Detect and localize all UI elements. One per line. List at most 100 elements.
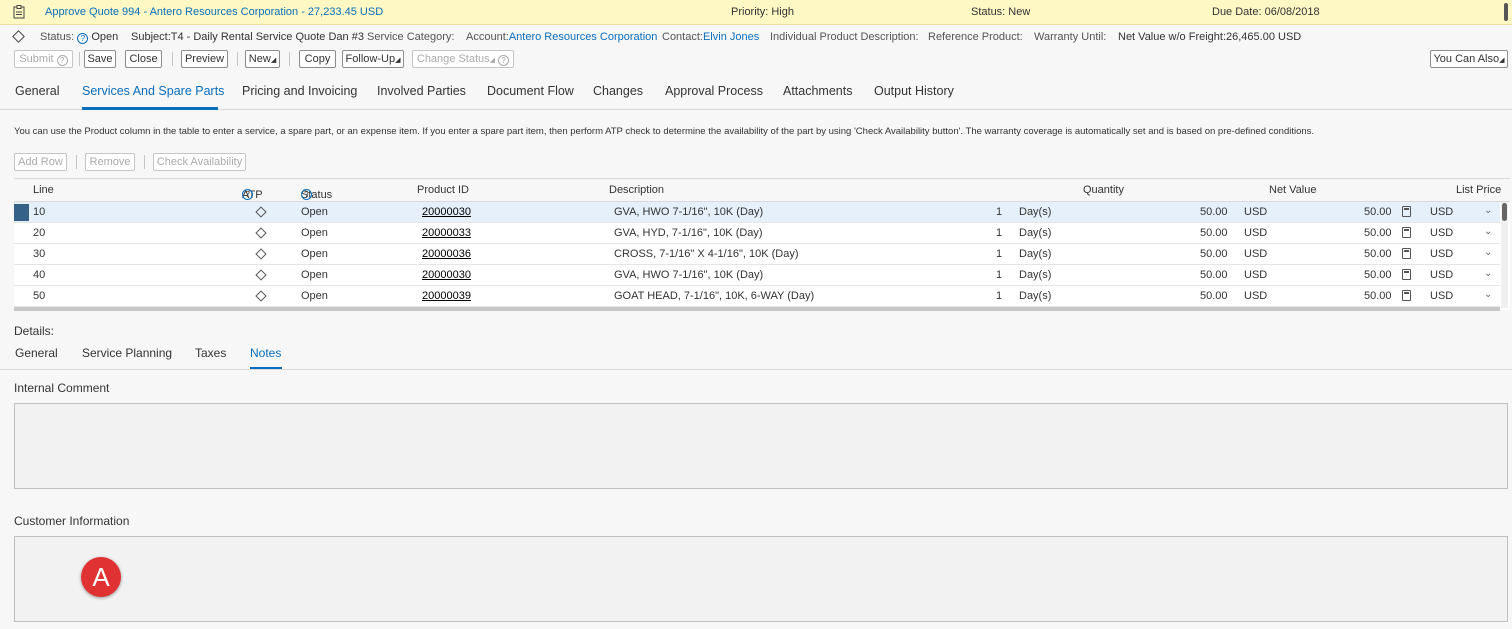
product-id-link[interactable]: 20000030 (422, 269, 471, 281)
new-label: New (248, 53, 271, 65)
table-vertical-scrollbar[interactable] (1501, 202, 1508, 308)
cell-net-value: 50.00 (1200, 206, 1228, 218)
contact-label: Contact: (662, 31, 703, 43)
save-button[interactable]: Save (84, 50, 116, 68)
col-quantity[interactable]: Quantity (1083, 184, 1124, 196)
tab-changes[interactable]: Changes (593, 84, 643, 98)
change-status-button[interactable]: Change Status◢ ? (412, 50, 514, 68)
tab-output-history[interactable]: Output History (874, 84, 954, 98)
customer-information-textarea[interactable] (14, 536, 1508, 622)
clipboard-icon (13, 5, 25, 19)
cell-unit: Day(s) (1019, 227, 1052, 239)
cell-net-currency: USD (1244, 227, 1268, 239)
internal-comment-textarea[interactable] (14, 403, 1508, 489)
calculator-icon[interactable] (1402, 206, 1411, 217)
diamond-icon[interactable] (255, 227, 267, 239)
product-id-link[interactable]: 20000033 (422, 227, 471, 239)
cell-line: 40 (33, 269, 46, 281)
calculator-icon[interactable] (1402, 290, 1411, 301)
tab-services-and-spare-parts[interactable]: Services And Spare Parts (82, 84, 224, 98)
table-row[interactable]: 40 Open 20000030 GVA, HWO 7-1/16", 10K (Day… (14, 265, 1500, 286)
cell-line: 10 (33, 206, 46, 218)
chevron-down-icon[interactable]: ⌄ (1484, 268, 1492, 279)
cell-net-currency: USD (1244, 248, 1268, 260)
cell-description: CROSS, 7-1/16" X 4-1/16", 10K (Day) (614, 248, 799, 260)
tab-general[interactable]: General (15, 84, 59, 98)
menu-corner-icon: ◢ (1499, 57, 1505, 64)
col-product-id[interactable]: Product ID (417, 184, 469, 196)
calculator-icon[interactable] (1402, 227, 1411, 238)
follow-up-button[interactable]: Follow-Up◢ (342, 50, 404, 68)
you-can-also-button[interactable]: You Can Also◢ (1430, 50, 1508, 68)
scrollbar-thumb[interactable] (1502, 203, 1507, 221)
tab-involved-parties[interactable]: Involved Parties (377, 84, 466, 98)
cell-quantity: 1 (996, 290, 1003, 302)
active-details-tab-indicator (250, 367, 282, 369)
help-icon[interactable]: ? (301, 189, 312, 200)
diamond-icon[interactable] (255, 290, 267, 302)
details-tab-notes[interactable]: Notes (250, 346, 281, 360)
chevron-down-icon[interactable]: ⌄ (1484, 247, 1492, 258)
cell-quantity: 1 (996, 269, 1003, 281)
diamond-icon (12, 30, 25, 43)
details-tab-taxes[interactable]: Taxes (195, 346, 226, 360)
preview-button[interactable]: Preview (181, 50, 228, 68)
table-row[interactable]: 10 Open 20000030 GVA, HWO 7-1/16", 10K (Day… (14, 202, 1500, 223)
col-line[interactable]: Line (33, 184, 54, 196)
remove-button[interactable]: Remove (85, 153, 135, 171)
contact-link[interactable]: Elvin Jones (703, 31, 759, 43)
cell-status: Open (301, 269, 328, 281)
product-id-link[interactable]: 20000036 (422, 248, 471, 260)
alert-scroll-handle[interactable] (1504, 3, 1508, 21)
account-link[interactable]: Antero Resources Corporation (509, 31, 658, 43)
cell-list-price: 50.00 (1364, 206, 1392, 218)
product-id-link[interactable]: 20000030 (422, 206, 471, 218)
individual-product-label: Individual Product Description: (770, 31, 919, 43)
product-id-link[interactable]: 20000039 (422, 290, 471, 302)
details-tab-service-planning[interactable]: Service Planning (82, 346, 172, 360)
check-availability-button[interactable]: Check Availability (153, 153, 246, 171)
chevron-down-icon[interactable]: ⌄ (1484, 289, 1492, 300)
table-row[interactable]: 50 Open 20000039 GOAT HEAD, 7-1/16", 10K, 6… (14, 286, 1500, 307)
toolbar-separator (79, 52, 80, 66)
details-tab-general[interactable]: General (15, 346, 58, 360)
copy-button[interactable]: Copy (299, 50, 336, 68)
add-row-button[interactable]: Add Row (14, 153, 67, 171)
cell-list-currency: USD (1430, 206, 1454, 218)
toolbar-separator (172, 52, 173, 66)
contact-field: Contact:Elvin Jones (662, 31, 759, 43)
help-icon[interactable]: ? (77, 33, 89, 44)
cell-list-currency: USD (1430, 248, 1454, 260)
table-row[interactable]: 30 Open 20000036 CROSS, 7-1/16" X 4-1/16", … (14, 244, 1500, 265)
chevron-down-icon[interactable]: ⌄ (1484, 205, 1492, 216)
cell-unit: Day(s) (1019, 248, 1052, 260)
tab-approval-process[interactable]: Approval Process (665, 84, 763, 98)
table-horizontal-scrollbar[interactable] (14, 307, 1500, 311)
new-menu-button[interactable]: New◢ (245, 50, 280, 68)
subject-field: Subject:T4 - Daily Rental Service Quote … (131, 31, 364, 43)
col-description[interactable]: Description (609, 184, 664, 196)
tab-attachments[interactable]: Attachments (783, 84, 852, 98)
help-icon: ? (56, 55, 68, 66)
cell-net-currency: USD (1244, 269, 1268, 281)
diamond-icon[interactable] (255, 269, 267, 281)
task-title-link[interactable]: Approve Quote 994 - Antero Resources Cor… (45, 6, 383, 18)
chevron-down-icon[interactable]: ⌄ (1484, 226, 1492, 237)
submit-label: Submit (19, 53, 54, 65)
help-icon[interactable]: ? (242, 189, 253, 200)
row-selector[interactable] (14, 204, 29, 221)
diamond-icon[interactable] (255, 248, 267, 260)
calculator-icon[interactable] (1402, 269, 1411, 280)
tab-document-flow[interactable]: Document Flow (487, 84, 574, 98)
table-row[interactable]: 20 Open 20000033 GVA, HYD, 7-1/16", 10K (Da… (14, 223, 1500, 244)
tab-pricing-and-invoicing[interactable]: Pricing and Invoicing (242, 84, 357, 98)
submit-button[interactable]: Submit ? (14, 50, 73, 68)
col-list-price[interactable]: List Price (1456, 184, 1501, 196)
col-net-value[interactable]: Net Value (1269, 184, 1317, 196)
annotation-marker: A (81, 557, 121, 597)
warranty-label: Warranty Until: (1034, 31, 1107, 43)
calculator-icon[interactable] (1402, 248, 1411, 259)
close-button[interactable]: Close (125, 50, 162, 68)
diamond-icon[interactable] (255, 206, 267, 218)
cell-description: GVA, HWO 7-1/16", 10K (Day) (614, 206, 764, 218)
